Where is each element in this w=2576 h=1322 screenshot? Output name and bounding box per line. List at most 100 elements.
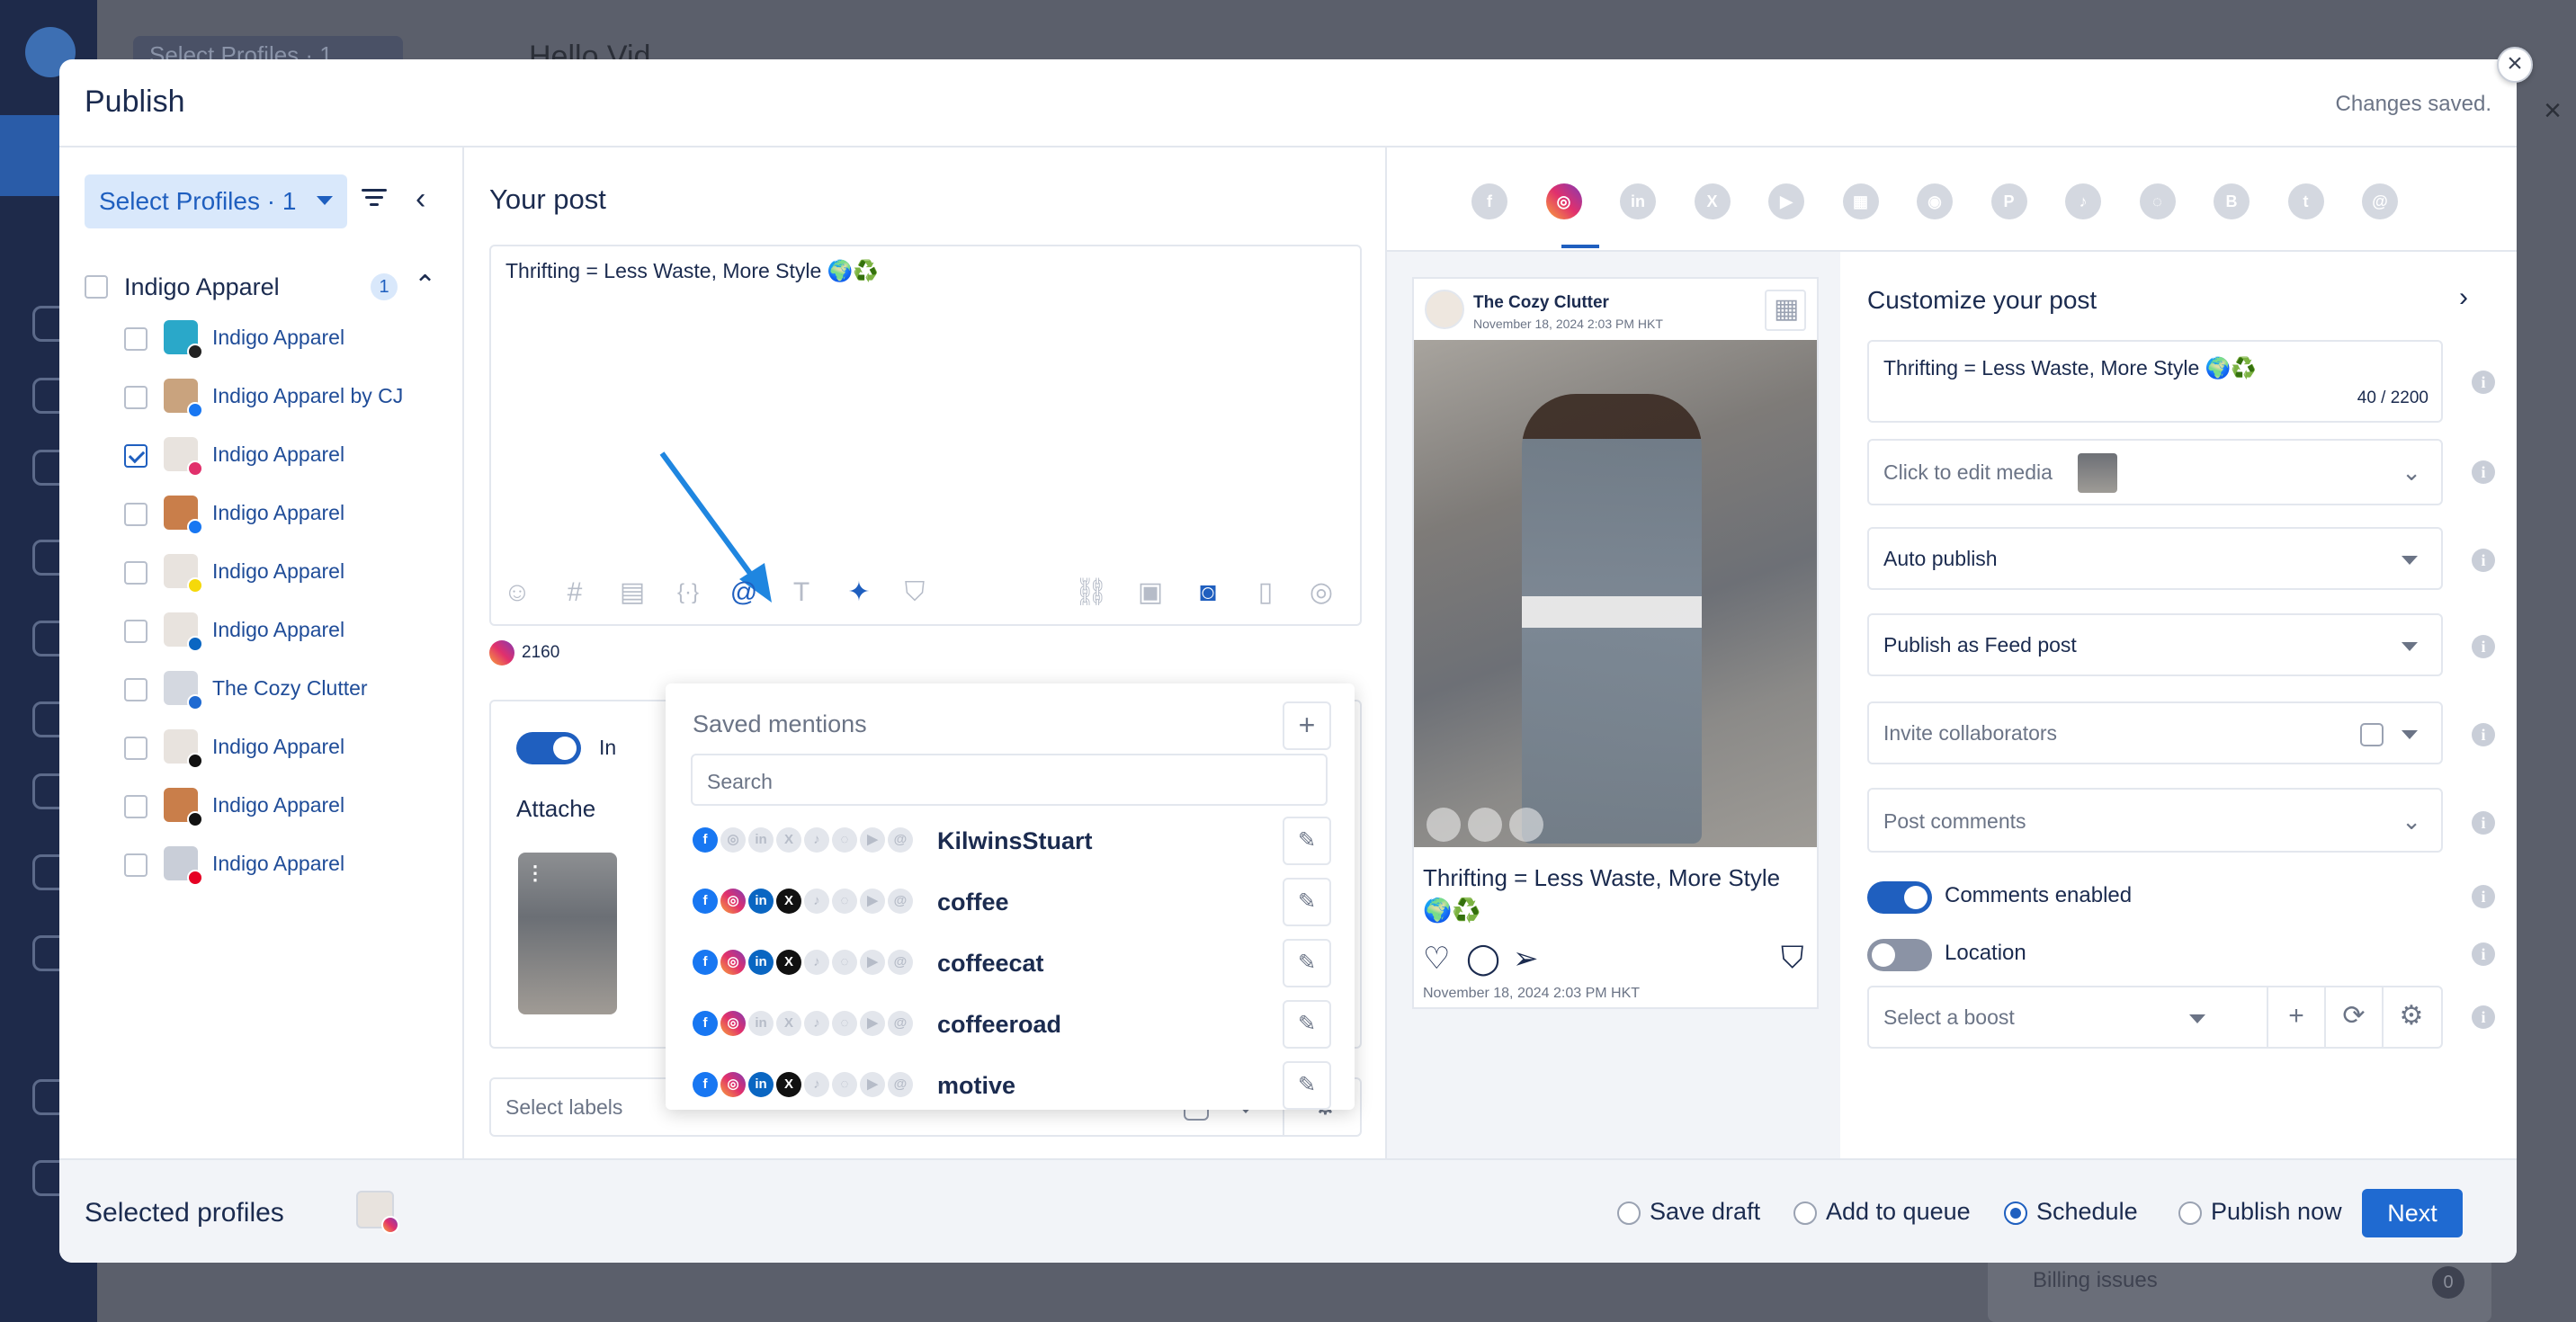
profile-checkbox[interactable] xyxy=(124,620,148,643)
edit-mention-button[interactable]: ✎ xyxy=(1283,1000,1331,1049)
copy-icon[interactable] xyxy=(2360,723,2384,746)
mention-search-input[interactable]: Search xyxy=(691,754,1328,806)
link-icon[interactable]: ⛓ xyxy=(1074,576,1108,610)
add-mention-button[interactable]: + xyxy=(1283,701,1331,750)
profile-item[interactable]: Indigo Apparel xyxy=(124,846,448,886)
camera-icon[interactable]: ◙ xyxy=(1191,576,1225,610)
post-text-editor[interactable]: Thrifting = Less Waste, More Style 🌍♻️ ☺… xyxy=(489,245,1362,626)
info-icon[interactable]: i xyxy=(2472,635,2495,658)
tab-instagram-icon[interactable]: ◎ xyxy=(1545,183,1582,219)
collapse-panel-icon[interactable]: ‹ xyxy=(416,183,425,214)
tab-snapchat-icon[interactable]: ◌ xyxy=(2139,183,2176,219)
edit-mention-button[interactable]: ✎ xyxy=(1283,939,1331,987)
info-icon[interactable]: i xyxy=(2472,885,2495,908)
publish-mode-select[interactable]: Auto publish xyxy=(1867,527,2443,590)
profile-checkbox[interactable] xyxy=(124,561,148,585)
template-icon[interactable]: ▤ xyxy=(615,576,649,610)
chevron-down-icon[interactable] xyxy=(2189,1014,2205,1023)
add-boost-button[interactable]: + xyxy=(2267,987,2324,1047)
profile-checkbox[interactable] xyxy=(124,386,148,409)
radio-dot[interactable] xyxy=(2178,1201,2202,1225)
edit-mention-button[interactable]: ✎ xyxy=(1283,817,1331,865)
more-vertical-icon[interactable]: ⋮ xyxy=(525,862,545,885)
profile-checkbox[interactable] xyxy=(124,327,148,351)
edit-mention-button[interactable]: ✎ xyxy=(1283,1061,1331,1110)
tag-user-icon[interactable] xyxy=(1427,808,1461,842)
info-icon[interactable]: i xyxy=(2472,1005,2495,1029)
profile-item[interactable]: Indigo Apparel xyxy=(124,788,448,827)
tab-bluesky-icon[interactable]: B xyxy=(2214,183,2250,219)
edit-mention-button[interactable]: ✎ xyxy=(1283,878,1331,926)
info-icon[interactable]: i xyxy=(2472,723,2495,746)
mention-name[interactable]: KilwinsStuart xyxy=(937,827,1093,855)
profile-item[interactable]: Indigo Apparel xyxy=(124,554,448,594)
tab-facebook-icon[interactable]: f xyxy=(1471,183,1507,219)
tab-reddit-icon[interactable]: ◉ xyxy=(1917,183,1953,219)
next-button[interactable]: Next xyxy=(2362,1189,2463,1237)
mention-item[interactable]: f ◎ in X ♪ ◌ ▶ @ coffee ✎ xyxy=(693,878,1333,928)
canva-icon[interactable]: ◎ xyxy=(1304,576,1338,610)
post-comments-field[interactable]: Post comments ⌄ xyxy=(1867,788,2443,853)
info-icon[interactable]: i xyxy=(2472,811,2495,835)
refresh-icon[interactable]: ⟳ xyxy=(2324,987,2382,1047)
profile-item[interactable]: Indigo Apparel xyxy=(124,729,448,769)
ai-wand-icon[interactable]: ✦ xyxy=(842,576,876,610)
location-toggle[interactable] xyxy=(1867,939,1932,971)
radio-dot[interactable] xyxy=(1617,1201,1641,1225)
chevron-down-icon[interactable] xyxy=(2402,730,2418,739)
profile-checkbox[interactable] xyxy=(124,795,148,818)
radio-dot[interactable] xyxy=(2004,1201,2027,1225)
custom-caption-text[interactable]: Thrifting = Less Waste, More Style 🌍♻️ xyxy=(1883,356,2257,380)
selected-profile-avatar[interactable] xyxy=(356,1191,399,1234)
chevron-down-icon[interactable]: ⌄ xyxy=(2402,808,2421,835)
boost-select[interactable]: Select a boost + ⟳ ⚙ xyxy=(1867,986,2443,1049)
info-icon[interactable]: i xyxy=(2472,942,2495,966)
mention-name[interactable]: coffeeroad xyxy=(937,1011,1061,1039)
tab-x-icon[interactable]: X xyxy=(1694,183,1731,219)
mention-item[interactable]: f ◎ in X ♪ ◌ ▶ @ KilwinsStuart ✎ xyxy=(693,817,1333,867)
video-icon[interactable]: ▣ xyxy=(1133,576,1167,610)
mention-item[interactable]: f ◎ in X ♪ ◌ ▶ @ coffeeroad ✎ xyxy=(693,1000,1333,1050)
mention-name[interactable]: coffee xyxy=(937,889,1009,916)
profile-checkbox[interactable] xyxy=(124,737,148,760)
media-toggle[interactable] xyxy=(516,732,581,764)
info-icon[interactable]: i xyxy=(2472,549,2495,572)
comments-enabled-toggle[interactable] xyxy=(1867,881,1932,914)
profile-item[interactable]: Indigo Apparel xyxy=(124,612,448,652)
document-icon[interactable]: ▯ xyxy=(1248,576,1283,610)
hashtag-icon[interactable]: # xyxy=(558,576,592,610)
tab-threads-icon[interactable]: @ xyxy=(2362,183,2398,219)
custom-caption-field[interactable]: Thrifting = Less Waste, More Style 🌍♻️ 4… xyxy=(1867,340,2443,423)
profile-item[interactable]: Indigo Apparel by CJ xyxy=(124,379,448,418)
mention-icon[interactable]: @ xyxy=(727,576,761,610)
info-icon[interactable]: i xyxy=(2472,371,2495,394)
tab-tiktok-icon[interactable]: ♪ xyxy=(2065,183,2101,219)
profile-item[interactable]: Indigo Apparel xyxy=(124,437,448,477)
collab-icon[interactable] xyxy=(1509,808,1543,842)
filter-icon[interactable] xyxy=(362,189,387,210)
tab-pinterest-icon[interactable]: P xyxy=(1990,183,2027,219)
mention-item[interactable]: f ◎ in X ♪ ◌ ▶ @ coffeecat ✎ xyxy=(693,939,1333,989)
chevron-right-icon[interactable]: › xyxy=(2459,282,2468,313)
edit-media-field[interactable]: Click to edit media ⌄ xyxy=(1867,439,2443,505)
profile-item[interactable]: Indigo Apparel xyxy=(124,320,448,360)
shield-icon[interactable]: ⛉ xyxy=(898,576,932,610)
mention-item[interactable]: f ◎ in X ♪ ◌ ▶ @ motive ✎ xyxy=(693,1061,1333,1110)
profile-item[interactable]: The Cozy Clutter xyxy=(124,671,448,710)
profile-group[interactable]: Indigo Apparel 1 ⌃ xyxy=(85,270,444,306)
variables-icon[interactable]: {·} xyxy=(671,576,705,610)
profile-item[interactable]: Indigo Apparel xyxy=(124,496,448,535)
mention-name[interactable]: coffeecat xyxy=(937,950,1044,978)
profile-checkbox[interactable] xyxy=(124,444,148,468)
tab-tumblr-icon[interactable]: t xyxy=(2287,183,2324,219)
tab-youtube-icon[interactable]: ▶ xyxy=(1768,183,1804,219)
emoji-icon[interactable]: ☺ xyxy=(500,576,534,610)
select-profiles-dropdown[interactable]: Select Profiles · 1 xyxy=(85,174,347,228)
post-text[interactable]: Thrifting = Less Waste, More Style 🌍♻️ xyxy=(505,259,879,283)
radio-dot[interactable] xyxy=(1793,1201,1817,1225)
profile-checkbox[interactable] xyxy=(124,503,148,526)
chevron-up-icon[interactable]: ⌃ xyxy=(414,270,436,301)
shopping-tag-icon[interactable] xyxy=(1468,808,1502,842)
mention-name[interactable]: motive xyxy=(937,1072,1015,1100)
modal-close-button[interactable]: × xyxy=(2497,47,2533,83)
